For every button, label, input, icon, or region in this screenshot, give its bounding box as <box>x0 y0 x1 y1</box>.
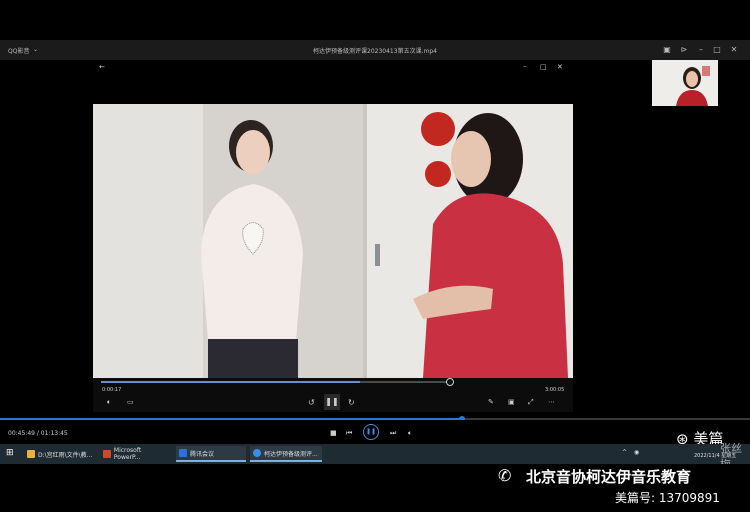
inner-close-icon[interactable]: ✕ <box>557 63 563 71</box>
watermark-id: 美篇号: 13709891 <box>615 491 720 505</box>
watermark-name: 北京音协柯达伊音乐教育 <box>526 468 692 486</box>
minimize-icon[interactable]: – <box>696 45 706 55</box>
inner-control-bar: 0:00:17 3:00:05 🔈︎ ▭ ↺ ❚❚ ↻ ✎ ▣ ⤢ ⋯ <box>93 378 573 412</box>
tray-chevron-icon[interactable]: ^ <box>622 449 627 456</box>
inner-progress-fill <box>101 381 360 383</box>
edit-icon[interactable]: ✎ <box>488 398 494 406</box>
maximize-icon[interactable]: □ <box>712 45 722 55</box>
taskbar-item-powerpoint[interactable]: Microsoft PowerP... <box>100 446 172 462</box>
wechat-icon: ✆ <box>498 466 512 485</box>
previous-icon[interactable]: ⏮︎ <box>346 429 352 438</box>
back-arrow-icon[interactable]: ← <box>99 63 105 71</box>
taskbar-item-label: D:\宫红雨\文件\教... <box>38 451 93 459</box>
subtitle-icon[interactable]: ▭ <box>127 398 134 406</box>
more-icon[interactable]: ⋯ <box>548 398 555 406</box>
player-app-icon <box>253 449 261 457</box>
taskbar-item-player[interactable]: 柯达伊预备级测评... <box>250 446 322 462</box>
next-icon[interactable]: ⏭︎ <box>390 429 396 438</box>
taskbar-item-label: Microsoft PowerP... <box>113 447 142 461</box>
outer-elapsed-time: 00:45:49 / 01:13:45 <box>8 430 68 437</box>
folder-icon <box>27 450 35 458</box>
windows-start-icon[interactable]: ⊞ <box>6 448 14 458</box>
file-title: 柯达伊预备级测评课20230413第五次课.mp4 <box>313 48 437 55</box>
inner-titlebar: ← – □ ✕ <box>93 60 573 74</box>
tray-network-icon[interactable]: ◉ <box>634 449 639 456</box>
outer-volume-icon[interactable]: 🔈︎ <box>408 429 412 438</box>
close-icon[interactable]: ✕ <box>729 45 739 55</box>
video-scene-image <box>93 104 573 378</box>
stop-icon[interactable]: ■ <box>330 429 337 437</box>
video-frame[interactable] <box>93 104 573 378</box>
screenshot-icon[interactable]: ▣ <box>662 45 672 55</box>
pip-person-image <box>652 60 718 106</box>
tencent-meeting-icon <box>179 449 187 457</box>
taskbar-item-label: 腾讯会议 <box>190 450 215 458</box>
inner-maximize-icon[interactable]: □ <box>540 63 547 71</box>
forward-icon[interactable]: ↻ <box>348 398 355 407</box>
rewind-icon[interactable]: ↺ <box>308 398 315 407</box>
taskbar-item-tencent-meeting[interactable]: 腾讯会议 <box>176 446 246 462</box>
outer-pause-icon[interactable]: ❚❚ <box>363 424 379 440</box>
inner-progress-thumb[interactable] <box>446 378 454 386</box>
inner-minimize-icon[interactable]: – <box>523 62 527 70</box>
inner-player-window: ← – □ ✕ 0:00:17 3:00:05 🔈︎ ▭ ↺ ❚❚ ↻ ✎ ▣ … <box>93 60 573 412</box>
pip-camera-view[interactable] <box>652 60 718 106</box>
pause-icon[interactable]: ❚❚ <box>324 394 340 410</box>
inner-total-time: 3:00:05 <box>545 387 565 393</box>
outer-control-bar: 00:45:49 / 01:13:45 ■ ⏮︎ ❚❚ ⏭︎ 🔈︎ <box>0 420 750 444</box>
taskbar-item-explorer[interactable]: D:\宫红雨\文件\教... <box>24 446 96 462</box>
taskbar-item-label: 柯达伊预备级测评... <box>264 450 318 458</box>
pip-toggle-icon[interactable]: ▣ <box>508 398 515 406</box>
inner-elapsed-time: 0:00:17 <box>102 387 122 393</box>
windows-taskbar: ⊞ D:\宫红雨\文件\教... Microsoft PowerP... 腾讯会… <box>0 442 750 471</box>
powerpoint-icon <box>103 450 111 458</box>
pin-icon[interactable]: ⊳ <box>679 45 689 55</box>
fullscreen-icon[interactable]: ⤢ <box>528 398 534 407</box>
volume-icon[interactable]: 🔈︎ <box>107 398 111 407</box>
player-titlebar: QQ影音 ⌄ 柯达伊预备级测评课20230413第五次课.mp4 ▣ ⊳ – □… <box>0 40 750 60</box>
